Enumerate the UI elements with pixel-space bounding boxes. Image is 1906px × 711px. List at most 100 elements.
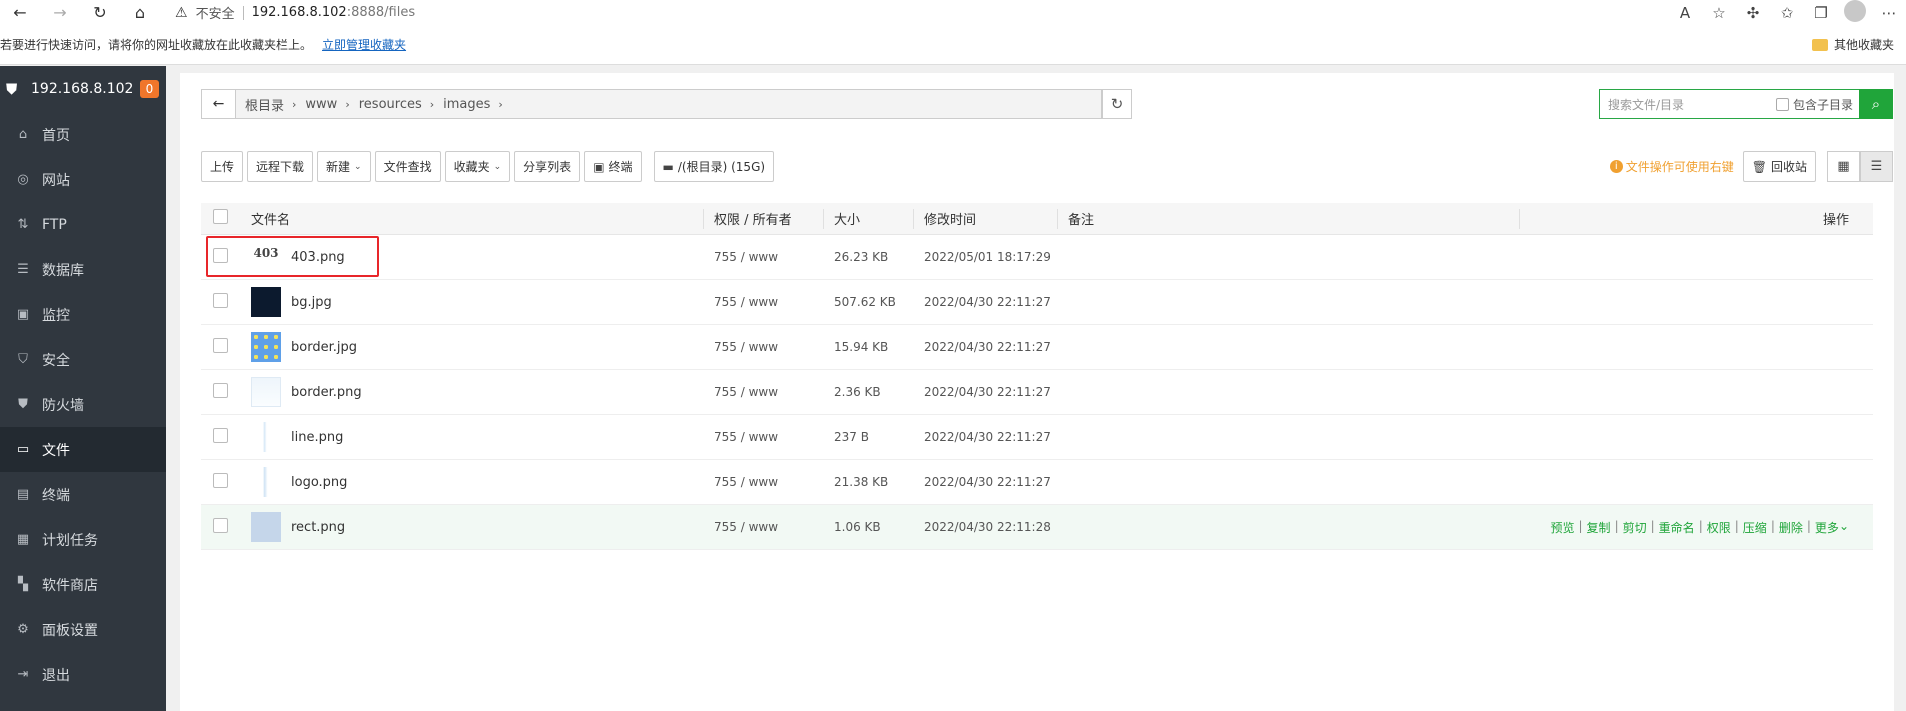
file-name-cell[interactable]: 403 403.png — [251, 242, 345, 272]
file-name-cell[interactable]: border.jpg — [251, 332, 357, 362]
share-list-button[interactable]: 分享列表 — [514, 151, 581, 182]
perm-cell[interactable]: 755 / www — [714, 250, 778, 264]
perm-cell[interactable]: 755 / www — [714, 520, 778, 534]
sidebar-item[interactable]: ▣ 监控 — [0, 292, 166, 337]
collections-icon[interactable]: ❐ — [1804, 4, 1838, 22]
extensions-icon[interactable]: ✣ — [1736, 4, 1770, 22]
breadcrumb-item[interactable]: www › — [305, 95, 349, 114]
upload-button[interactable]: 上传 — [201, 151, 244, 182]
file-name-cell[interactable]: logo.png — [251, 467, 347, 497]
file-name[interactable]: bg.jpg — [291, 295, 332, 310]
table-row[interactable]: line.png 755 / www 237 B 2022/04/30 22:11:2… — [201, 415, 1873, 460]
row-action-link[interactable]: 删除 — [1779, 519, 1803, 536]
sidebar-item[interactable]: ⚙ 面板设置 — [0, 607, 166, 652]
favorites-dropdown[interactable]: 收藏夹 ⌄ — [444, 151, 511, 182]
sidebar-item[interactable]: ⛊ 防火墙 — [0, 382, 166, 427]
row-checkbox[interactable] — [213, 428, 228, 446]
file-name[interactable]: line.png — [291, 430, 343, 445]
row-action-link[interactable]: 复制 — [1587, 519, 1611, 536]
sidebar-item[interactable]: ⇥ 退出 — [0, 652, 166, 697]
profile-avatar[interactable] — [1838, 0, 1872, 26]
perm-cell[interactable]: 755 / www — [714, 340, 778, 354]
home-page-icon[interactable]: ⌂ — [120, 0, 160, 25]
row-checkbox[interactable] — [213, 383, 228, 401]
breadcrumb-item[interactable]: 根目录 › — [245, 95, 296, 114]
grid-view-icon[interactable]: ▦ — [1827, 151, 1860, 182]
sidebar-item[interactable]: ▭ 文件 — [0, 427, 166, 472]
table-row[interactable]: logo.png 755 / www 21.38 KB 2022/04/30 22:1… — [201, 460, 1873, 505]
row-checkbox[interactable] — [213, 473, 228, 491]
recycle-bin-button[interactable]: 🗑 回收站 — [1742, 151, 1816, 182]
file-name-cell[interactable]: border.png — [251, 377, 362, 407]
file-name-cell[interactable]: rect.png — [251, 512, 345, 542]
table-row[interactable]: bg.jpg 755 / www 507.62 KB 2022/04/30 22:11… — [201, 280, 1873, 325]
warning-icon: ⚠ — [175, 4, 188, 21]
perm-cell[interactable]: 755 / www — [714, 385, 778, 399]
sidebar-item[interactable]: ⇅ FTP — [0, 202, 166, 247]
file-name[interactable]: logo.png — [291, 475, 347, 490]
refresh-button[interactable]: ↻ — [1102, 89, 1132, 119]
sidebar-item[interactable]: ▚ 软件商店 — [0, 562, 166, 607]
add-favorite-icon[interactable]: ☆ — [1702, 4, 1736, 22]
search-input[interactable]: 搜索文件/目录 包含子目录 — [1599, 89, 1859, 119]
sidebar-item[interactable]: ▦ 计划任务 — [0, 517, 166, 562]
table-row[interactable]: border.png 755 / www 2.36 KB 2022/04/30 22:… — [201, 370, 1873, 415]
perm-cell[interactable]: 755 / www — [714, 295, 778, 309]
file-search-button[interactable]: 文件查找 — [374, 151, 441, 182]
perm-cell[interactable]: 755 / www — [714, 475, 778, 489]
sidebar-item[interactable]: ◎ 网站 — [0, 157, 166, 202]
file-name[interactable]: 403.png — [291, 250, 345, 265]
row-checkbox[interactable] — [213, 518, 228, 536]
row-action-link[interactable]: 重命名 — [1659, 519, 1695, 536]
file-name-cell[interactable]: line.png — [251, 422, 343, 452]
breadcrumb-item[interactable]: resources › — [359, 95, 434, 114]
table-row[interactable]: rect.png 755 / www 1.06 KB 2022/04/30 22:11… — [201, 505, 1873, 550]
row-action-link[interactable]: 预览 — [1550, 519, 1574, 536]
reload-icon[interactable]: ↻ — [80, 0, 120, 25]
new-button[interactable]: 新建 ⌄ — [317, 151, 371, 182]
row-checkbox[interactable] — [213, 293, 228, 311]
breadcrumb-item[interactable]: images › — [443, 95, 503, 114]
include-subdir-checkbox[interactable]: 包含子目录 — [1775, 96, 1859, 113]
select-all-checkbox[interactable] — [213, 209, 228, 228]
back-dir-button[interactable]: ← — [202, 90, 236, 118]
terminal-button[interactable]: ▣ 终端 — [584, 151, 642, 182]
forward-arrow-icon[interactable]: → — [40, 0, 80, 25]
file-name[interactable]: border.png — [291, 385, 362, 400]
favorites-icon[interactable]: ✩ — [1770, 4, 1804, 22]
row-action-link[interactable]: 权限 — [1707, 519, 1731, 536]
file-name-cell[interactable]: bg.jpg — [251, 287, 332, 317]
sidebar-item[interactable]: ⛉ 安全 — [0, 337, 166, 382]
notification-badge[interactable]: 0 — [140, 80, 159, 98]
row-action-link[interactable]: 更多 — [1815, 519, 1839, 536]
sidebar-item[interactable]: ☰ 数据库 — [0, 247, 166, 292]
row-action-link[interactable]: 压缩 — [1743, 519, 1767, 536]
row-checkbox[interactable] — [213, 248, 228, 266]
header-perm[interactable]: 权限 / 所有者 — [714, 209, 792, 228]
sidebar-item[interactable]: ⌂ 首页 — [0, 112, 166, 157]
header-mtime[interactable]: 修改时间 — [924, 209, 976, 228]
row-action-link[interactable]: 剪切 — [1623, 519, 1647, 536]
remote-download-label: 远程下载 — [256, 160, 305, 174]
disk-button[interactable]: ▬/(根目录) (15G) — [653, 151, 775, 182]
search-button[interactable]: ⌕ — [1859, 89, 1893, 119]
row-checkbox[interactable] — [213, 338, 228, 356]
file-name[interactable]: rect.png — [291, 520, 345, 535]
remote-download-button[interactable]: 远程下载 — [247, 151, 314, 182]
sidebar-item[interactable]: ▤ 终端 — [0, 472, 166, 517]
back-arrow-icon[interactable]: ← — [0, 0, 40, 25]
table-row[interactable]: border.jpg 755 / www 15.94 KB 2022/04/30 22… — [201, 325, 1873, 370]
read-aloud-icon[interactable]: A — [1668, 4, 1702, 22]
other-favorites[interactable]: 其他收藏夹 — [1811, 36, 1894, 53]
perm-cell[interactable]: 755 / www — [714, 430, 778, 444]
manage-favorites-link[interactable]: 立即管理收藏夹 — [322, 36, 406, 53]
address-bar[interactable]: ⚠ 不安全 192.168.8.102:8888/files — [175, 2, 415, 23]
header-name[interactable]: 文件名 — [251, 209, 290, 228]
server-header[interactable]: ⛊ 192.168.8.102 0 — [0, 66, 166, 112]
table-row[interactable]: 403 403.png 755 / www 26.23 KB 2022/05/01 18… — [201, 235, 1873, 280]
header-size[interactable]: 大小 — [834, 209, 860, 228]
subdir-checkbox-box[interactable] — [1775, 97, 1789, 111]
file-name[interactable]: border.jpg — [291, 340, 357, 355]
list-view-icon[interactable]: ☰ — [1860, 151, 1893, 182]
more-menu-icon[interactable]: ⋯ — [1872, 4, 1906, 22]
